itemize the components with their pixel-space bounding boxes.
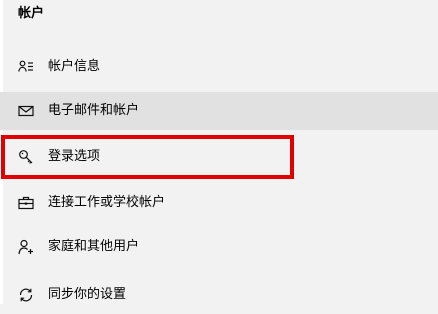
nav-item-label: 登录选项 (48, 149, 101, 164)
nav-item-account-info[interactable]: 帐户信息 (0, 48, 438, 86)
nav-item-email-accounts[interactable]: 电子邮件和帐户 (0, 92, 438, 130)
nav-item-label: 帐户信息 (48, 59, 101, 74)
section-title: 帐户 (18, 6, 45, 21)
person-add-icon (18, 239, 34, 255)
user-info-icon (18, 59, 34, 75)
sync-icon (18, 287, 34, 303)
nav-item-work-school[interactable]: 连接工作或学校帐户 (0, 184, 438, 222)
nav-item-label: 家庭和其他用户 (48, 239, 140, 254)
mail-icon (18, 103, 34, 119)
nav-item-label: 同步你的设置 (48, 287, 127, 302)
nav-item-sync-settings[interactable]: 同步你的设置 (0, 276, 438, 314)
nav-item-sign-in-options[interactable]: 登录选项 (0, 138, 438, 176)
nav-item-label: 电子邮件和帐户 (48, 103, 140, 118)
nav-item-family-users[interactable]: 家庭和其他用户 (0, 228, 438, 266)
briefcase-icon (18, 195, 34, 211)
settings-nav-panel: 帐户 帐户信息 电子邮件和帐户 登录选项 连接工作或学校帐户 家庭和其他用户 同… (0, 0, 438, 304)
key-icon (18, 149, 34, 165)
nav-item-label: 连接工作或学校帐户 (48, 195, 166, 210)
